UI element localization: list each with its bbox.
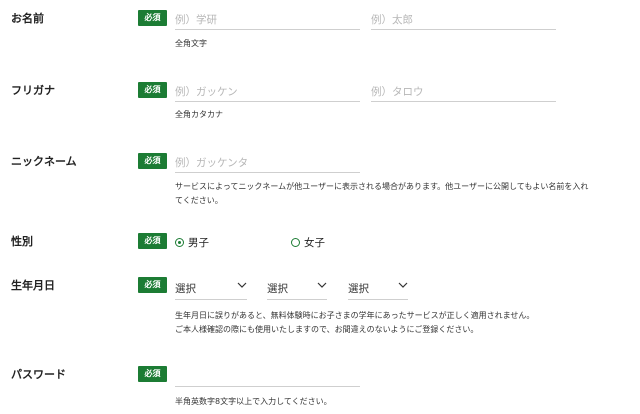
birth-month-select[interactable]: 選択 [267,278,327,300]
nickname-field[interactable] [175,151,360,173]
first-name-kana-field[interactable] [371,80,556,102]
required-badge: 必須 [138,10,167,26]
required-badge: 必須 [138,153,167,169]
birthday-hint-line2: ご本人様確認の際にも使用いたしますので、お間違えのないようにご登録ください。 [175,325,479,334]
nickname-hint-line1: サービスによってニックネームが他ユーザーに表示される場合があります。他ユーザーに… [175,182,589,191]
registration-form: お名前 必須 全角文字 フリガナ 必須 全角カタカナ ニックネーム 必須 サービ… [0,0,640,414]
gender-male-label: 男子 [188,237,209,249]
last-name-kana-field[interactable] [175,80,360,102]
password-hint: 半角英数字8文字以上で入力してください。 [175,397,332,406]
chevron-down-icon [237,282,247,288]
nickname-hint-line2: てください。 [175,196,223,205]
required-badge: 必須 [138,366,167,382]
chevron-down-icon [398,282,408,288]
gender-female-label: 女子 [304,237,325,249]
birthday-hint-line1: 生年月日に誤りがあると、無料体験時にお子さまの学年にあったサービスが正しく適用さ… [175,311,535,320]
required-badge: 必須 [138,233,167,249]
gender-female-radio[interactable]: 女子 [291,235,325,250]
birth-day-value: 選択 [348,283,369,295]
kana-hint: 全角カタカナ [175,110,223,119]
password-input[interactable] [175,367,360,387]
first-name-field[interactable] [371,8,556,30]
last-name-input[interactable] [175,10,360,30]
kana-label: フリガナ [11,84,55,97]
required-badge: 必須 [138,277,167,293]
radio-selected-icon [175,238,184,247]
password-field[interactable] [175,365,360,387]
chevron-down-icon [317,282,327,288]
last-name-kana-input[interactable] [175,82,360,102]
birthday-label: 生年月日 [11,279,55,292]
birth-year-select[interactable]: 選択 [175,278,247,300]
gender-male-radio[interactable]: 男子 [175,235,209,250]
birth-year-value: 選択 [175,283,196,295]
birth-month-value: 選択 [267,283,288,295]
name-label: お名前 [11,12,44,25]
birth-day-select[interactable]: 選択 [348,278,408,300]
nickname-input[interactable] [175,153,360,173]
name-hint: 全角文字 [175,39,207,48]
first-name-input[interactable] [371,10,556,30]
first-name-kana-input[interactable] [371,82,556,102]
last-name-field[interactable] [175,8,360,30]
password-label: パスワード [11,368,66,381]
nickname-label: ニックネーム [11,155,77,168]
required-badge: 必須 [138,82,167,98]
gender-label: 性別 [11,235,33,248]
radio-unselected-icon [291,238,300,247]
